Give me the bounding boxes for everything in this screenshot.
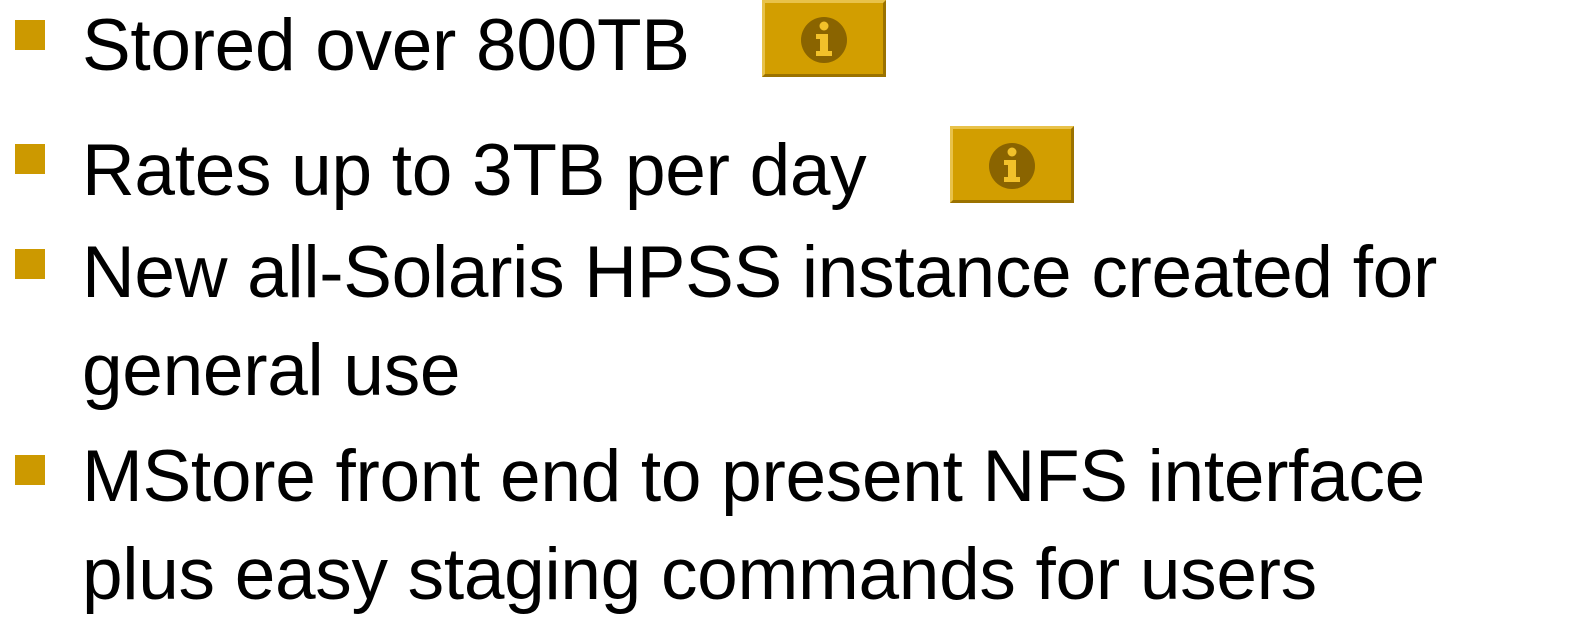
bullet-square-icon [15, 144, 45, 174]
info-button[interactable] [950, 126, 1074, 203]
info-icon [989, 143, 1035, 189]
bullet-square-icon [15, 249, 45, 279]
bullet-text: New all-Solaris HPSS instance created fo… [82, 224, 1582, 420]
bullet-text: MStore front end to present NFS interfac… [82, 428, 1582, 624]
info-icon [801, 17, 847, 63]
info-button[interactable] [762, 0, 886, 77]
bullet-line: New all-Solaris HPSS instance created fo… [82, 232, 1437, 313]
slide: Stored over 800TB Rates up to 3TB per da… [0, 0, 1596, 628]
bullet-line: MStore front end to present NFS interfac… [82, 436, 1425, 517]
bullet-line: general use [82, 330, 461, 411]
bullet-square-icon [15, 455, 45, 485]
bullet-line: Rates up to 3TB per day [82, 130, 867, 211]
bullet-line: plus easy staging commands for users [82, 534, 1317, 615]
bullet-text: Rates up to 3TB per day [82, 122, 1582, 220]
bullet-square-icon [15, 20, 45, 50]
